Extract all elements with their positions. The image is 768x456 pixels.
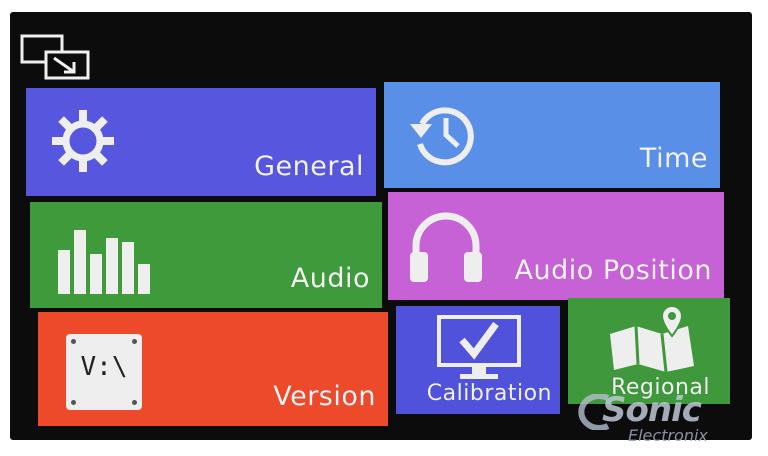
watermark-sub: Electronix [628, 426, 708, 445]
map-pin-icon [610, 304, 694, 372]
equalizer-bars-icon [58, 230, 150, 294]
calibration-tile[interactable]: Calibration [396, 306, 560, 414]
version-tile[interactable]: V:\ Version [38, 312, 388, 426]
clock-history-icon [410, 107, 474, 166]
version-label: Version [273, 381, 376, 412]
audio-position-tile[interactable]: Audio Position [388, 192, 724, 300]
version-badge-text: V:\ [80, 352, 128, 382]
back-button[interactable] [20, 34, 92, 82]
sonic-electronix-watermark: Sonic Electronix [574, 388, 764, 448]
gear-icon [52, 110, 114, 172]
version-badge-icon: V:\ [66, 334, 142, 410]
general-tile[interactable]: General [26, 88, 376, 196]
audio-tile[interactable]: Audio [30, 202, 382, 308]
general-label: General [254, 151, 364, 182]
audio-label: Audio [290, 263, 370, 294]
headphones-icon [410, 212, 482, 282]
audio-position-label: Audio Position [514, 255, 712, 286]
time-label: Time [639, 143, 708, 174]
time-tile[interactable]: Time [384, 82, 720, 188]
calibration-label: Calibration [426, 381, 552, 406]
watermark-brand: Sonic [602, 390, 702, 430]
monitor-check-icon [437, 315, 521, 379]
window-switch-icon [20, 34, 90, 80]
